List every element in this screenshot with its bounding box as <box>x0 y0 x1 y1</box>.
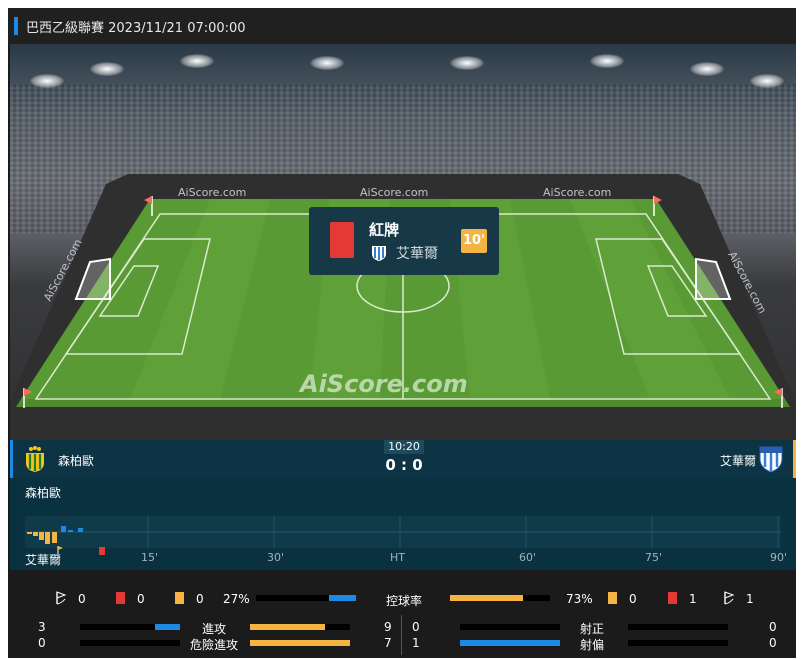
corner-flag-icon <box>56 591 67 605</box>
timeline-tick: 60' <box>519 551 537 564</box>
away-on-target-bar <box>628 624 728 630</box>
away-possession: 73% <box>566 592 593 606</box>
board-text: AiScore.com <box>360 186 428 199</box>
scoreboard: 森柏歐 10:20 0 : 0 艾華爾 <box>10 440 796 478</box>
on-target-label: 射正 <box>580 622 605 636</box>
away-yellow-cards: 0 <box>629 592 637 606</box>
away-possession-fill <box>450 595 523 601</box>
away-attacks-bar <box>250 624 350 630</box>
away-dangerous: 7 <box>384 636 392 650</box>
away-crest-icon <box>759 446 783 473</box>
home-color-bar <box>10 440 13 478</box>
home-attacks: 3 <box>38 620 46 634</box>
home-on-target-bar <box>460 624 560 630</box>
away-attacks: 9 <box>384 620 392 634</box>
match-title: 巴西乙級聯賽 2023/11/21 07:00:00 <box>26 20 246 36</box>
event-team: 艾華爾 <box>396 246 438 262</box>
home-team-name[interactable]: 森柏歐 <box>58 452 94 469</box>
timeline-tick: 75' <box>645 551 663 564</box>
away-possession-bar <box>450 595 550 601</box>
red-card-icon <box>99 547 105 555</box>
away-crest-icon <box>372 246 386 261</box>
event-label: 紅牌 <box>369 221 400 239</box>
away-dangerous-bar <box>250 640 350 646</box>
board-text: AiScore.com <box>543 186 611 199</box>
home-dangerous-bar <box>80 640 180 646</box>
stadium-animation: AiScore.com AiScore.com AiScore.com AiSc… <box>10 44 796 446</box>
away-on-target: 0 <box>769 620 777 634</box>
match-score: 0 : 0 <box>385 456 423 474</box>
away-corners: 1 <box>746 592 754 606</box>
timeline-tick: 90' <box>770 551 788 564</box>
red-card-icon <box>116 592 125 604</box>
home-dangerous: 0 <box>38 636 46 650</box>
home-crest-icon <box>26 446 44 472</box>
home-possession: 27% <box>223 592 250 606</box>
home-attacks-bar <box>80 624 180 630</box>
away-team-name[interactable]: 艾華爾 <box>720 452 756 469</box>
event-minute: 10' <box>461 229 487 253</box>
board-text: AiScore.com <box>178 186 246 199</box>
home-corners: 0 <box>78 592 86 606</box>
header-accent <box>14 17 18 35</box>
stats-divider <box>401 615 402 655</box>
home-possession-bar <box>256 595 356 601</box>
timeline-away-label: 艾華爾 <box>25 553 62 567</box>
away-attacks-fill <box>250 624 325 630</box>
pitch-watermark: AiScore.com <box>298 370 468 398</box>
dangerous-label: 危險進攻 <box>190 638 239 652</box>
timeline-tick: 15' <box>141 551 159 564</box>
home-off-target-fill <box>460 640 560 646</box>
home-on-target: 0 <box>412 620 420 634</box>
header: 巴西乙級聯賽 2023/11/21 07:00:00 <box>8 8 796 44</box>
home-off-target: 1 <box>412 636 420 650</box>
red-card-icon <box>330 222 354 258</box>
yellow-card-icon <box>175 592 184 604</box>
momentum-timeline: 森柏歐 艾華爾 15' 30' HT 60' 75' 90' <box>10 478 796 570</box>
away-off-target-bar <box>628 640 728 646</box>
match-panel: 巴西乙級聯賽 2023/11/21 07:00:00 AiScore.com A… <box>8 8 796 658</box>
home-attacks-fill <box>155 624 180 630</box>
home-off-target-bar <box>460 640 560 646</box>
home-red-cards: 0 <box>137 592 145 606</box>
away-off-target: 0 <box>769 636 777 650</box>
away-red-cards: 1 <box>689 592 697 606</box>
away-color-bar <box>793 440 796 478</box>
home-possession-fill <box>329 595 356 601</box>
off-target-label: 射偏 <box>580 638 605 652</box>
timeline-tick: HT <box>390 551 405 564</box>
away-dangerous-fill <box>250 640 350 646</box>
stats-panel: 0 0 0 27% 控球率 73% 0 1 1 3 進攻 9 0 射正 0 0 … <box>10 570 796 658</box>
event-popup: 紅牌 艾華爾 10' <box>309 207 499 275</box>
match-clock: 10:20 <box>384 440 424 454</box>
home-yellow-cards: 0 <box>196 592 204 606</box>
yellow-card-icon <box>608 592 617 604</box>
attacks-label: 進攻 <box>202 622 227 636</box>
corner-flag-icon <box>724 591 735 605</box>
possession-label: 控球率 <box>386 594 423 608</box>
timeline-tick: 30' <box>267 551 285 564</box>
red-card-icon <box>668 592 677 604</box>
